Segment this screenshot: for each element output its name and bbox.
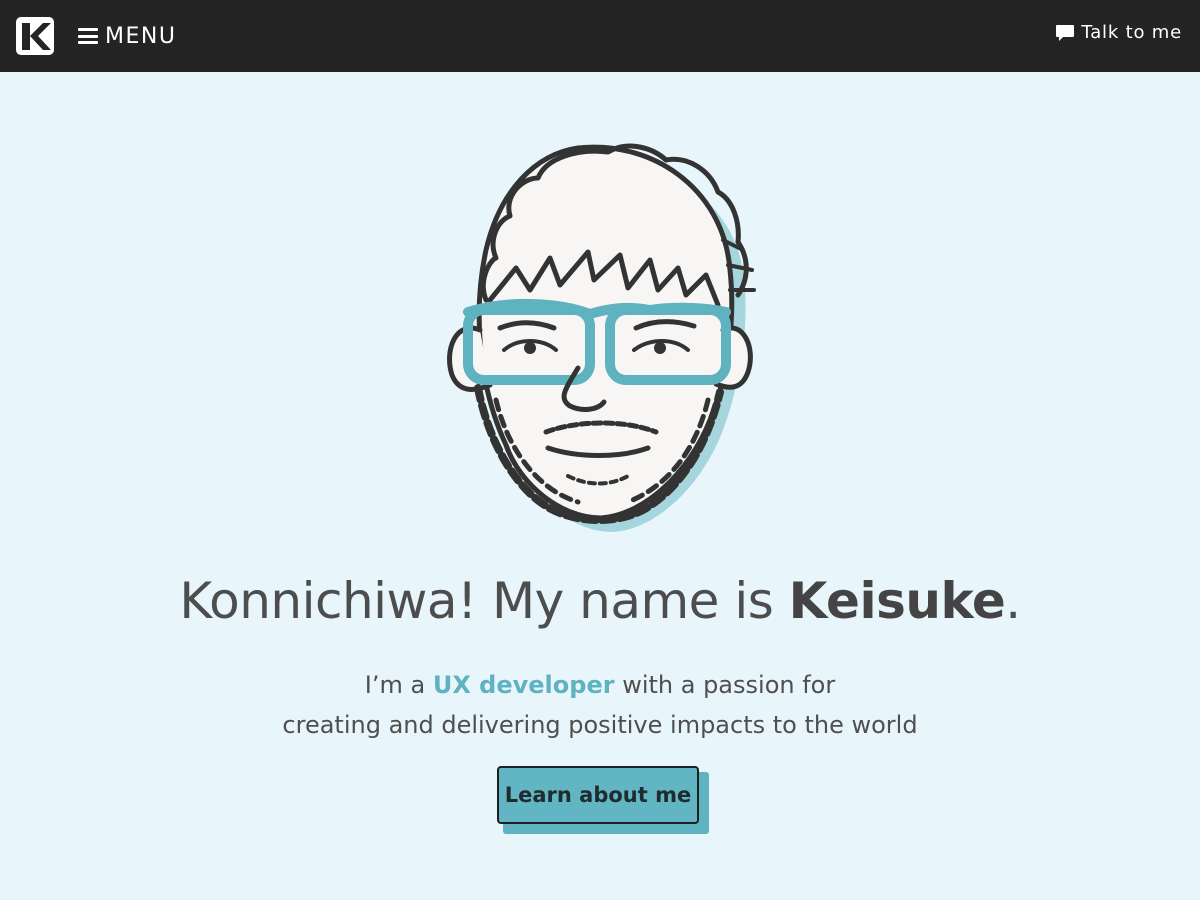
talk-to-me-link[interactable]: Talk to me xyxy=(1055,22,1182,43)
speech-bubble-icon xyxy=(1056,24,1075,41)
hero-intro: I’m a UX developer with a passion for cr… xyxy=(0,665,1200,745)
learn-about-me-button[interactable]: Learn about me xyxy=(497,766,699,824)
cta-container: Learn about me xyxy=(497,766,711,836)
top-nav-bar: MENU Talk to me xyxy=(0,0,1200,72)
hero-headline: Konnichiwa! My name is Keisuke. xyxy=(0,572,1200,630)
headline-name: Keisuke xyxy=(788,572,1006,630)
avatar-illustration xyxy=(447,143,756,532)
intro-line-2: creating and delivering positive impacts… xyxy=(282,711,918,739)
headline-greeting: Konnichiwa! My name is xyxy=(179,572,789,630)
hamburger-icon xyxy=(78,27,98,45)
intro-prefix: I’m a xyxy=(364,671,433,699)
menu-label: MENU xyxy=(105,23,177,49)
talk-to-me-label: Talk to me xyxy=(1081,22,1182,43)
intro-line-1: I’m a UX developer with a passion for xyxy=(0,665,1200,705)
k-logo-icon[interactable] xyxy=(16,17,54,55)
menu-button[interactable]: MENU xyxy=(78,20,176,52)
intro-suffix: with a passion for xyxy=(614,671,836,699)
headline-period: . xyxy=(1005,572,1021,630)
intro-highlight: UX developer xyxy=(432,671,615,699)
